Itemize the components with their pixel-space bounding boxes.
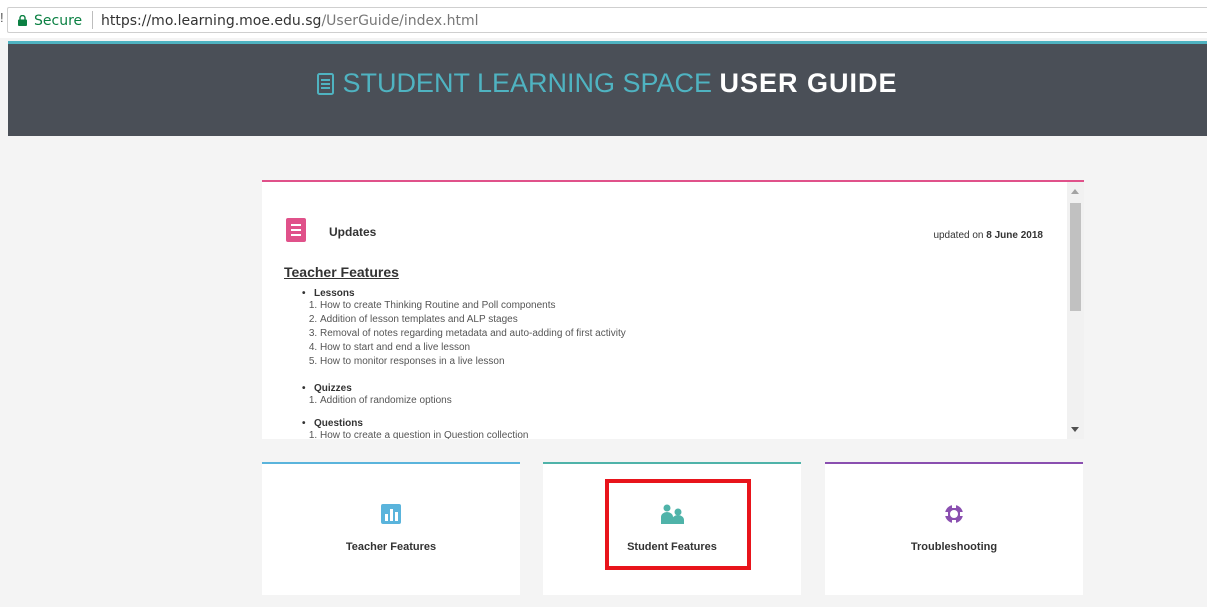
section-quizzes: Quizzes Addition of randomize options (302, 383, 452, 408)
updates-panel: Updates updated on 8 June 2018 Teacher F… (262, 180, 1084, 439)
list-item: How to create Thinking Routine and Poll … (320, 299, 626, 313)
updates-scrollbar[interactable] (1067, 182, 1084, 439)
updates-list-icon (286, 218, 306, 242)
updates-content: Updates updated on 8 June 2018 Teacher F… (262, 182, 1065, 439)
secure-label: Secure (34, 13, 83, 29)
updated-date-prefix: updated on (933, 230, 984, 241)
scroll-thumb[interactable] (1070, 203, 1081, 311)
url-separator (92, 11, 93, 29)
section-lessons: Lessons How to create Thinking Routine a… (302, 288, 626, 369)
url-text[interactable]: https://mo.learning.moe.edu.sg/UserGuide… (101, 13, 479, 29)
scroll-up-arrow-icon[interactable] (1071, 189, 1079, 194)
section-title: Questions (302, 418, 528, 429)
card-label: Teacher Features (345, 541, 437, 553)
page-title: STUDENT LEARNING SPACE USER GUIDE (8, 68, 1207, 99)
lock-icon (18, 15, 27, 26)
section-title: Lessons (302, 288, 626, 299)
scroll-down-arrow-icon[interactable] (1071, 427, 1079, 432)
quizzes-list: Addition of randomize options (302, 394, 452, 408)
lessons-list: How to create Thinking Routine and Poll … (302, 299, 626, 369)
card-label: Troubleshooting (910, 541, 998, 553)
title-bold: USER GUIDE (719, 68, 898, 98)
card-label: Student Features (627, 541, 717, 553)
troubleshooting-card[interactable]: Troubleshooting (825, 462, 1083, 595)
list-item: Addition of lesson templates and ALP sta… (320, 313, 626, 327)
updates-title: Updates (329, 225, 377, 239)
teacher-features-card[interactable]: Teacher Features (262, 462, 520, 595)
list-item: How to monitor responses in a live lesso… (320, 355, 626, 369)
section-questions: Questions How to create a question in Qu… (302, 418, 528, 439)
list-item: How to create a question in Question col… (320, 429, 528, 439)
section-title: Quizzes (302, 383, 452, 394)
title-light: STUDENT LEARNING SPACE (342, 68, 713, 98)
questions-list: How to create a question in Question col… (302, 429, 528, 439)
updated-date: updated on 8 June 2018 (933, 230, 1043, 241)
student-features-card[interactable]: Student Features (543, 462, 801, 595)
list-item: Removal of notes regarding metadata and … (320, 327, 626, 341)
teacher-features-link[interactable]: Teacher Features (284, 264, 399, 280)
users-icon (661, 504, 684, 524)
document-icon (317, 73, 335, 95)
browser-toolbar: ! Secure https://mo.learning.moe.edu.sg/… (0, 0, 1207, 38)
updated-date-value: 8 June 2018 (986, 230, 1043, 241)
bar-chart-icon (381, 504, 401, 524)
header-banner: STUDENT LEARNING SPACE USER GUIDE (8, 41, 1207, 136)
list-item: Addition of randomize options (320, 394, 452, 408)
lifebuoy-icon (945, 505, 963, 523)
url-path: /UserGuide/index.html (321, 13, 479, 29)
address-bar[interactable]: Secure https://mo.learning.moe.edu.sg/Us… (7, 7, 1207, 33)
list-item: How to start and end a live lesson (320, 341, 626, 355)
toolbar-edge-glyph: ! (0, 10, 4, 25)
url-host: https://mo.learning.moe.edu.sg (101, 13, 322, 29)
